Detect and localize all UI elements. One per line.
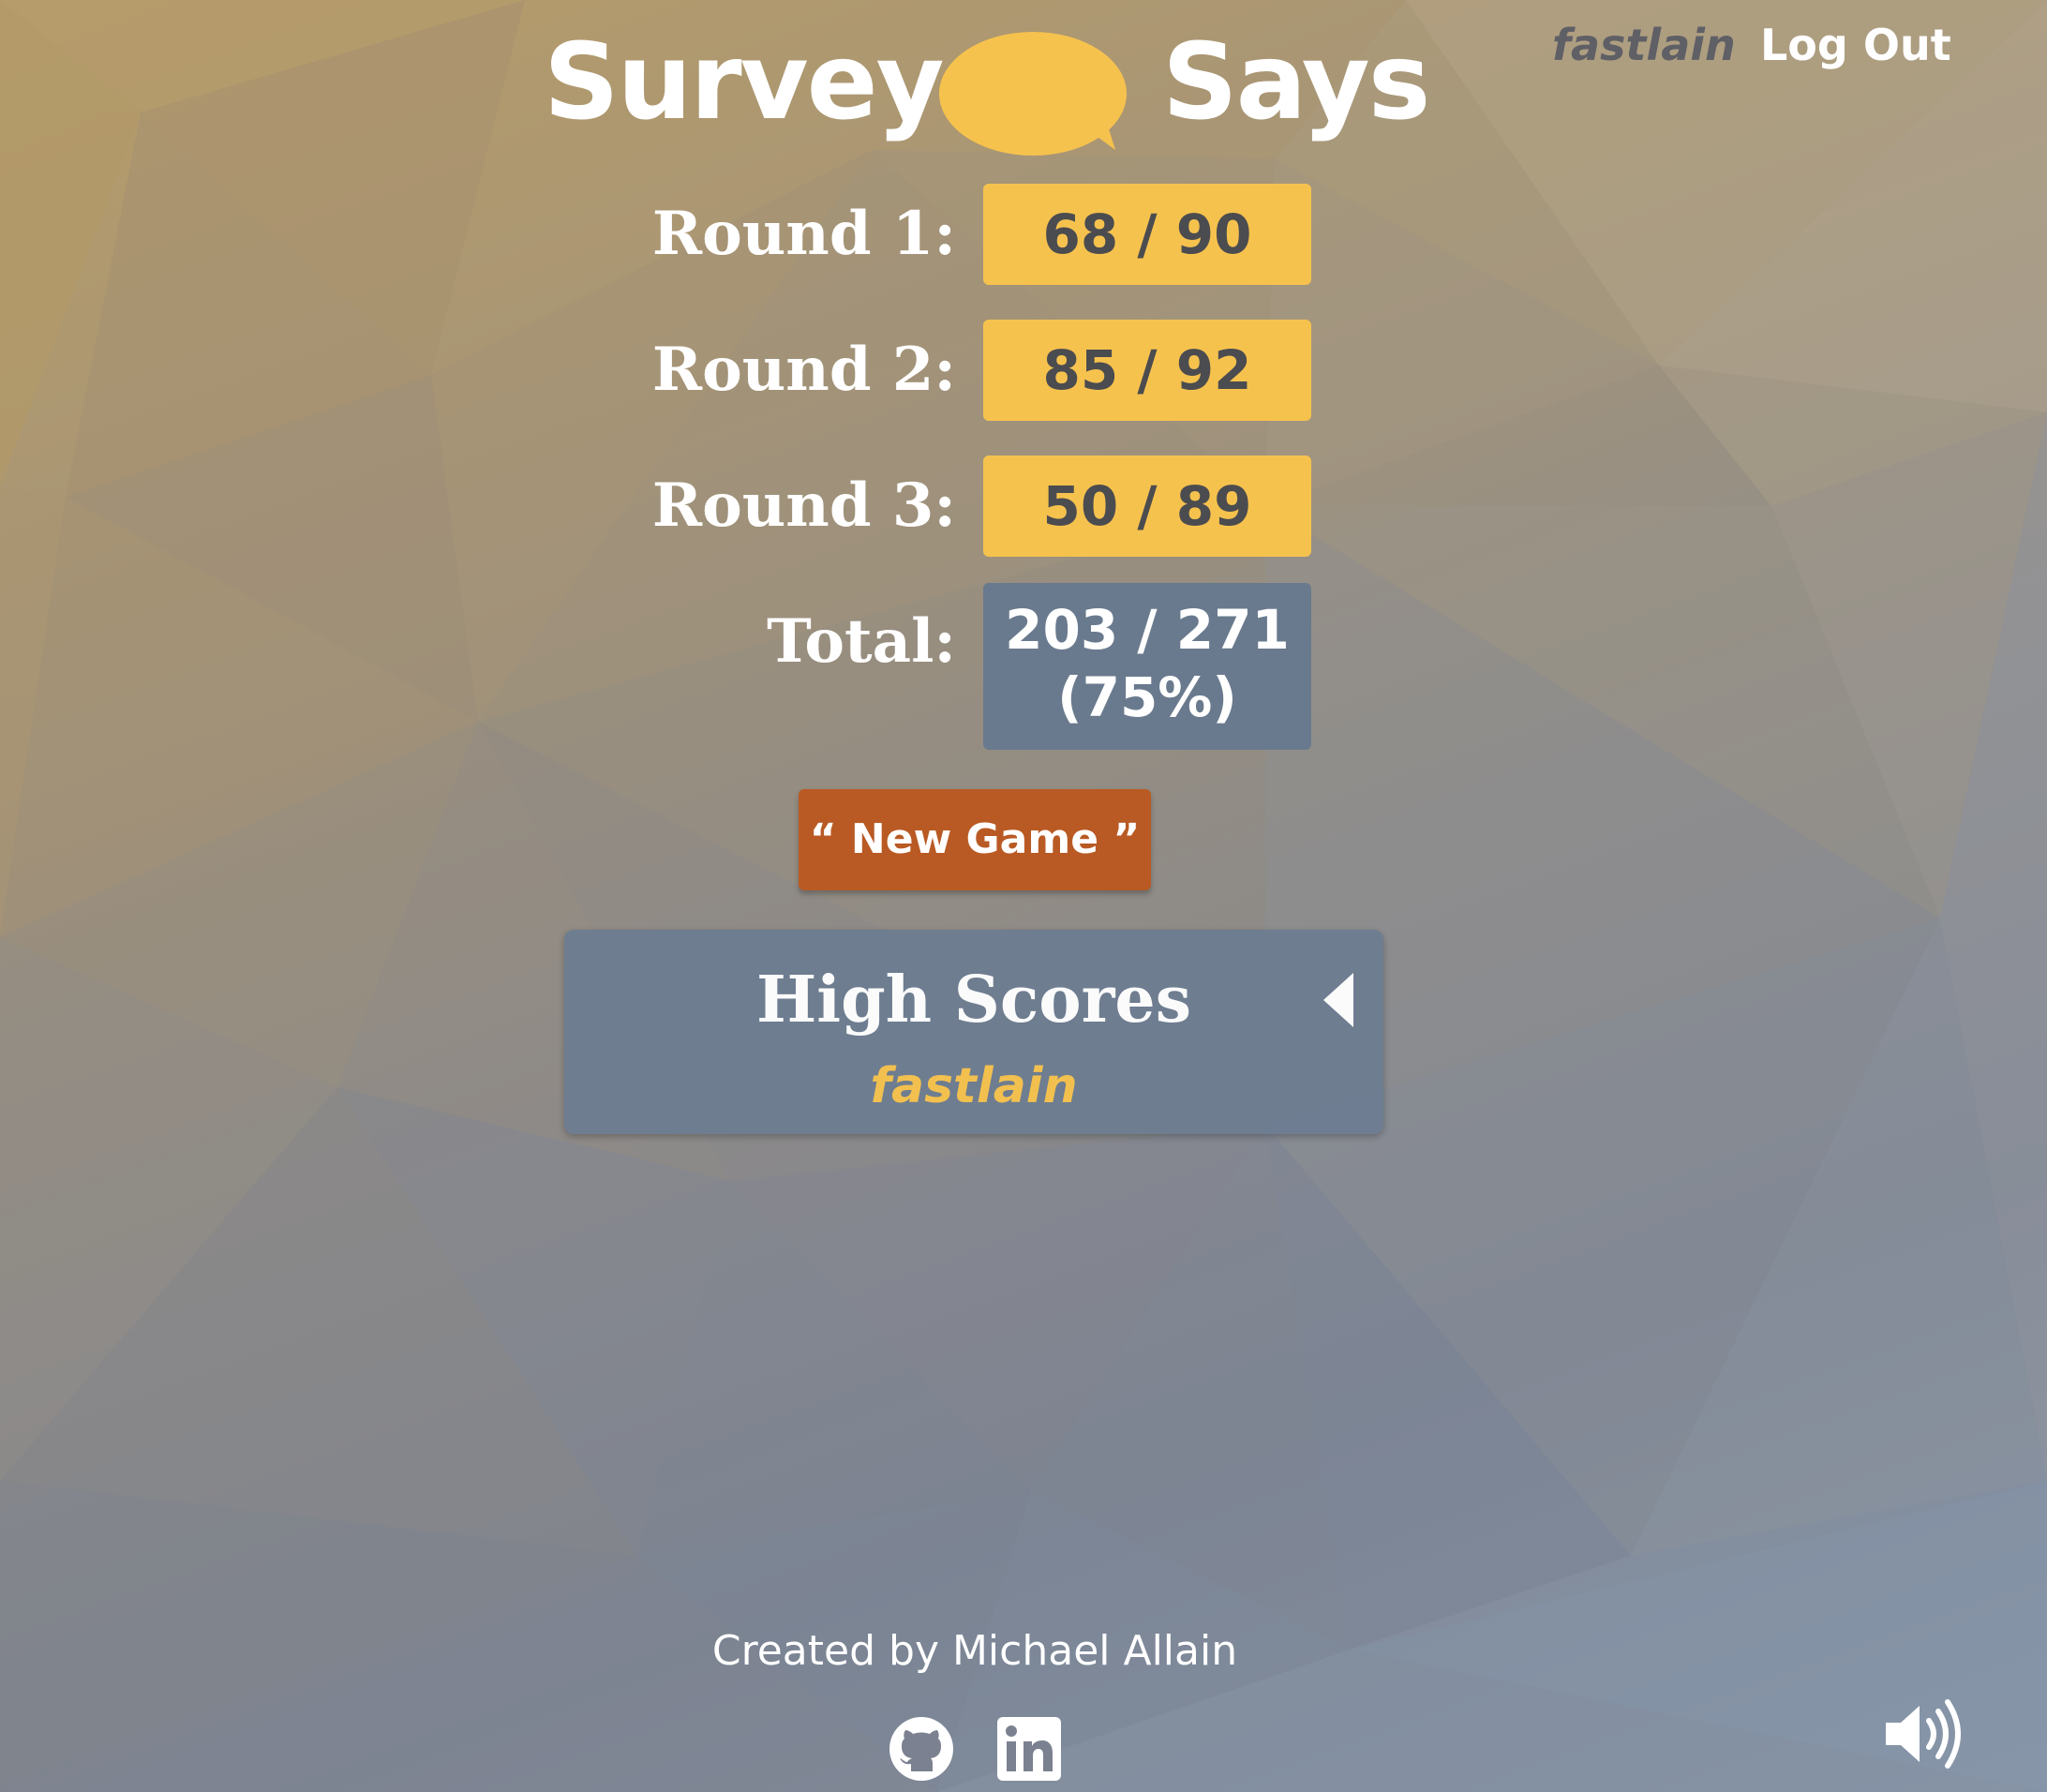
total-score: 203 / 271 (75%)	[983, 583, 1311, 750]
round-2-score: 85 / 92	[983, 320, 1311, 421]
logo-text-right: Says	[1162, 22, 1430, 143]
high-scores-panel: High Scores fastlain	[564, 930, 1383, 1134]
caret-left-icon[interactable]	[1318, 967, 1365, 1033]
round-2-label: Round 2:	[651, 335, 956, 405]
total-label: Total:	[767, 606, 956, 677]
new-game-button[interactable]: “ New Game ”	[799, 789, 1151, 890]
linkedin-icon[interactable]	[995, 1715, 1063, 1783]
current-username: fastlain	[1552, 20, 1736, 70]
high-scores-title: High Scores	[756, 963, 1191, 1038]
footer-credit: Created by Michael Allain	[711, 1627, 1238, 1675]
high-scores-user: fastlain	[870, 1058, 1078, 1114]
round-1-label: Round 1:	[651, 199, 956, 269]
app-logo: Survey Says	[534, 19, 1430, 159]
total-score-percent: (75%)	[1057, 665, 1237, 729]
logo-text-left: Survey	[544, 22, 945, 143]
speech-bubble-icon	[939, 32, 1127, 156]
round-3-score: 50 / 89	[983, 455, 1311, 557]
github-icon[interactable]	[888, 1715, 955, 1783]
total-score-value: 203 / 271	[1005, 598, 1290, 662]
round-3-label: Round 3:	[651, 470, 956, 541]
logout-link[interactable]: Log Out	[1760, 17, 1951, 73]
round-1-score: 68 / 90	[983, 184, 1311, 285]
volume-icon[interactable]	[1882, 1698, 1965, 1770]
